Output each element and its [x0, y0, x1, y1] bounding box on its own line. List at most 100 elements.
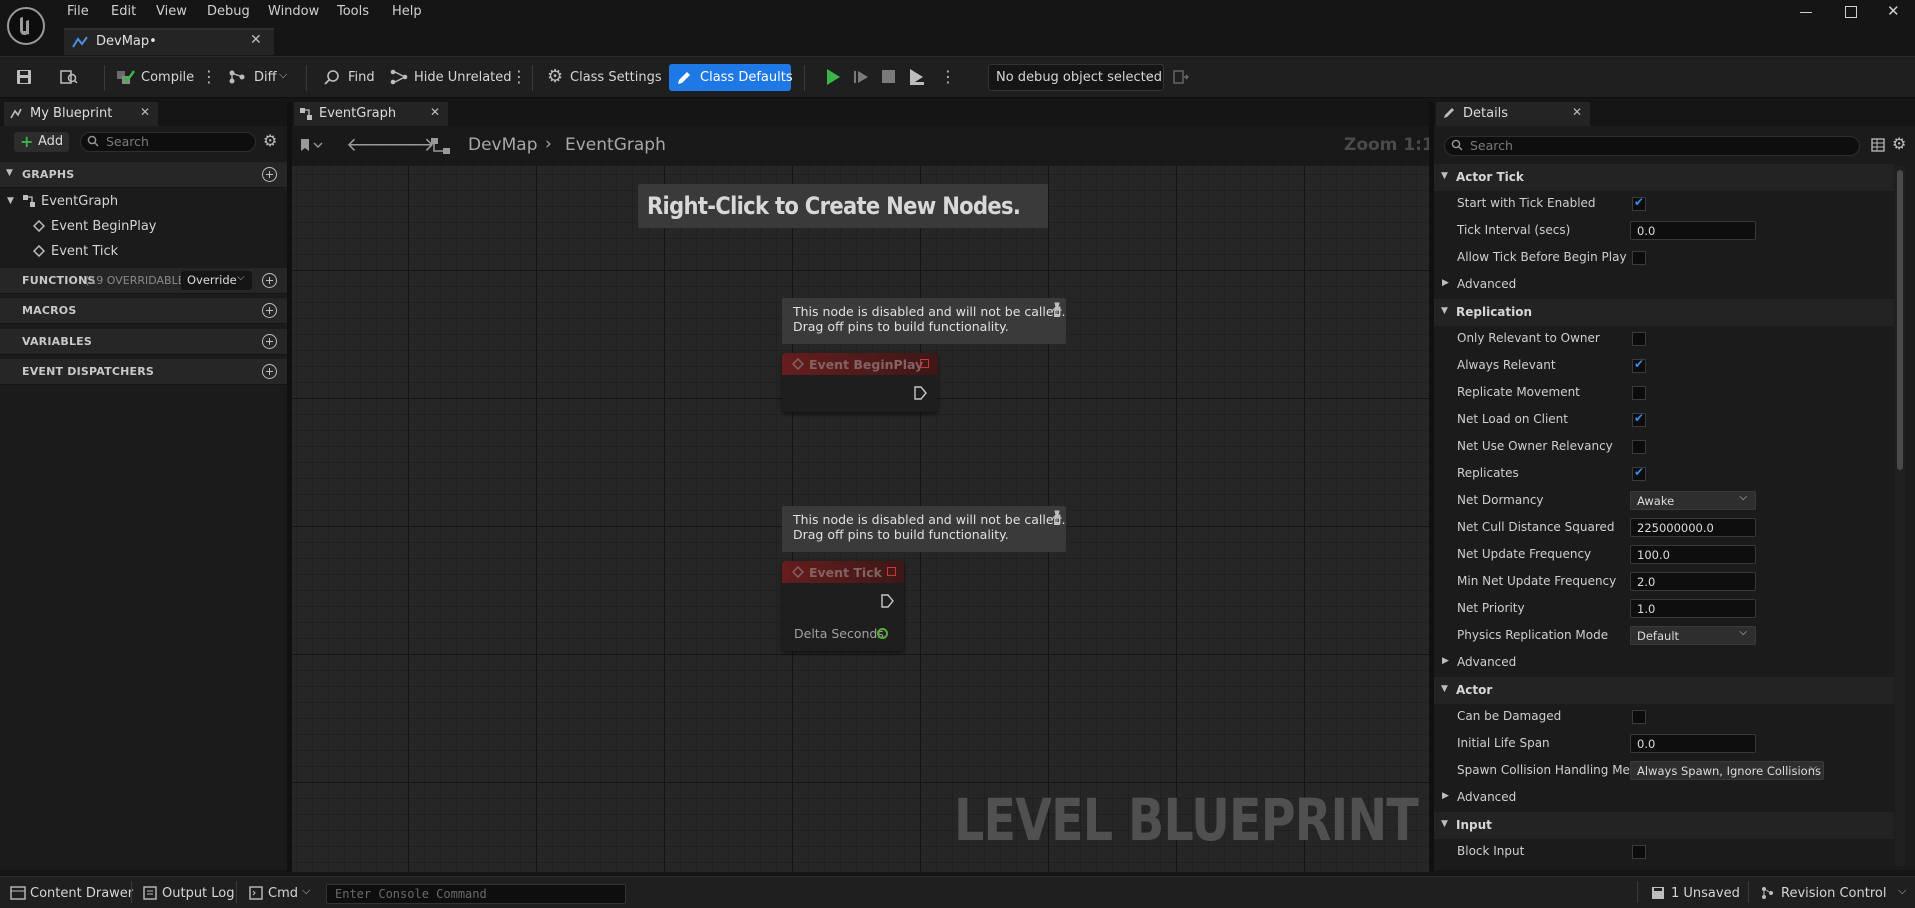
hide-unrelated-button[interactable]: Hide Unrelated	[414, 70, 512, 85]
category-replication[interactable]: ▼ Replication	[1434, 299, 1894, 326]
play-options-icon[interactable]: ⋮	[940, 67, 956, 86]
compile-options-icon[interactable]: ⋮	[201, 67, 217, 86]
output-log-button[interactable]: Output Log	[162, 886, 235, 901]
net-priority-input[interactable]: 1.0	[1630, 599, 1756, 618]
details-tab[interactable]: Details ✕	[1436, 102, 1590, 126]
console-command-input[interactable]: Enter Console Command	[326, 884, 626, 904]
replicates-checkbox[interactable]: ✔	[1632, 465, 1646, 481]
tick-interval-input[interactable]: 0.0	[1630, 221, 1756, 240]
block-input-checkbox[interactable]	[1632, 845, 1646, 859]
revision-control-button[interactable]: Revision Control	[1781, 886, 1886, 901]
add-function-icon[interactable]	[262, 273, 277, 288]
document-tab-devmap[interactable]: DevMap• ✕	[64, 28, 274, 55]
menu-view[interactable]: View	[156, 4, 187, 22]
minimize-icon[interactable]	[1800, 12, 1812, 13]
details-scrollbar-thumb[interactable]	[1897, 170, 1903, 470]
advanced-expander[interactable]: ▶ Advanced	[1434, 272, 1894, 299]
blueprint-search-input[interactable]: Search	[80, 132, 256, 152]
details-scrollbar[interactable]	[1895, 166, 1905, 866]
find-icon[interactable]	[323, 69, 341, 85]
add-dispatcher-icon[interactable]	[262, 364, 277, 379]
compile-icon[interactable]	[116, 68, 136, 86]
allow-tick-checkbox[interactable]	[1632, 251, 1646, 265]
menu-file[interactable]: File	[67, 4, 89, 22]
close-icon[interactable]: ✕	[430, 105, 440, 119]
net-cull-input[interactable]: 225000000.0	[1630, 518, 1756, 537]
min-net-update-input[interactable]: 2.0	[1630, 572, 1756, 591]
add-macro-icon[interactable]	[262, 303, 277, 318]
delegate-pin-icon[interactable]	[887, 567, 896, 576]
breadcrumb-eventgraph[interactable]: EventGraph	[565, 135, 666, 155]
find-button[interactable]: Find	[348, 70, 375, 85]
close-window-icon[interactable]: ✕	[1887, 2, 1900, 20]
net-load-checkbox[interactable]: ✔	[1632, 411, 1646, 427]
diff-icon[interactable]	[228, 69, 246, 85]
event-tick-node[interactable]: Event Tick Delta Seconds	[782, 561, 904, 651]
exec-pin-icon[interactable]	[880, 594, 894, 608]
tree-item-event-tick[interactable]: Event Tick	[51, 244, 118, 259]
class-defaults-button[interactable]: Class Defaults	[669, 64, 793, 91]
exec-pin-icon[interactable]	[913, 386, 927, 400]
class-settings-button[interactable]: Class Settings	[570, 70, 662, 85]
variables-section-header[interactable]: VARIABLES	[0, 329, 287, 355]
start-with-tick-checkbox[interactable]: ✔	[1632, 195, 1646, 211]
stop-icon[interactable]	[882, 70, 895, 83]
menu-window[interactable]: Window	[268, 4, 319, 22]
tree-item-event-beginplay[interactable]: Event BeginPlay	[51, 219, 157, 234]
float-pin-icon[interactable]	[877, 628, 888, 639]
hide-unrelated-icon[interactable]	[390, 69, 408, 85]
compile-button[interactable]: Compile	[141, 70, 194, 85]
menu-edit[interactable]: Edit	[111, 4, 136, 22]
menu-help[interactable]: Help	[392, 4, 422, 22]
category-actor[interactable]: ▼ Actor	[1434, 677, 1894, 704]
add-graph-icon[interactable]	[262, 167, 277, 182]
graph-canvas[interactable]: 🡐 🡒 DevMap › EventGraph Zoom 1:1 Right-C…	[292, 126, 1429, 872]
pin-comment-icon[interactable]	[1052, 509, 1062, 527]
physics-replication-select[interactable]: Default ⌵	[1630, 626, 1756, 645]
bookmark-icon[interactable]	[300, 138, 324, 152]
maximize-icon[interactable]	[1845, 6, 1857, 18]
gear-icon[interactable]: ⚙	[263, 131, 277, 150]
step-icon[interactable]	[853, 69, 869, 85]
eject-icon[interactable]	[908, 68, 926, 86]
only-relevant-checkbox[interactable]	[1632, 332, 1646, 346]
chevron-down-icon[interactable]: ⌵	[302, 884, 310, 898]
event-beginplay-node[interactable]: Event BeginPlay	[782, 353, 938, 412]
can-be-damaged-checkbox[interactable]	[1632, 710, 1646, 724]
functions-section-header[interactable]: FUNCTIONS (19 OVERRIDABLE) Override ⌵	[0, 268, 287, 294]
close-icon[interactable]: ✕	[250, 32, 262, 48]
table-view-icon[interactable]	[1871, 138, 1885, 152]
unreal-logo-icon[interactable]	[6, 6, 46, 46]
tree-item-eventgraph[interactable]: EventGraph	[41, 194, 118, 209]
play-icon[interactable]	[825, 68, 841, 86]
chevron-down-icon[interactable]: ⌵	[279, 68, 287, 82]
debug-object-select[interactable]: No debug object selected ⌵	[988, 64, 1164, 91]
diff-button[interactable]: Diff	[254, 70, 277, 85]
macros-section-header[interactable]: MACROS	[0, 298, 287, 324]
menu-tools[interactable]: Tools	[337, 4, 369, 22]
advanced-expander[interactable]: ▶ Advanced	[1434, 785, 1894, 812]
forward-arrow-icon[interactable]: 🡒	[384, 133, 435, 156]
debug-browse-icon[interactable]	[1173, 70, 1189, 84]
category-input[interactable]: ▼ Input	[1434, 812, 1894, 839]
eventgraph-tab[interactable]: EventGraph ✕	[294, 102, 448, 126]
override-dropdown[interactable]: Override ⌵	[181, 271, 252, 290]
replicate-movement-checkbox[interactable]	[1632, 386, 1646, 400]
net-dormancy-select[interactable]: Awake ⌵	[1630, 491, 1756, 510]
add-variable-icon[interactable]	[262, 334, 277, 349]
net-use-owner-checkbox[interactable]	[1632, 440, 1646, 454]
graphs-section-header[interactable]: ▼ GRAPHS	[0, 162, 287, 188]
content-drawer-button[interactable]: Content Drawer	[30, 886, 133, 901]
unsaved-button[interactable]: 1 Unsaved	[1671, 886, 1740, 901]
menu-debug[interactable]: Debug	[207, 4, 250, 22]
chevron-down-icon[interactable]: ⌵	[1898, 884, 1906, 898]
pin-comment-icon[interactable]	[1052, 301, 1062, 319]
details-search-input[interactable]: Search	[1444, 136, 1860, 156]
dispatchers-section-header[interactable]: EVENT DISPATCHERS	[0, 359, 287, 385]
my-blueprint-tab[interactable]: My Blueprint ✕	[4, 102, 158, 126]
cmd-dropdown[interactable]: Cmd	[268, 886, 298, 901]
advanced-expander[interactable]: ▶ Advanced	[1434, 650, 1894, 677]
gear-icon[interactable]: ⚙	[1892, 134, 1906, 153]
close-icon[interactable]: ✕	[140, 105, 150, 119]
delegate-pin-icon[interactable]	[920, 359, 929, 368]
